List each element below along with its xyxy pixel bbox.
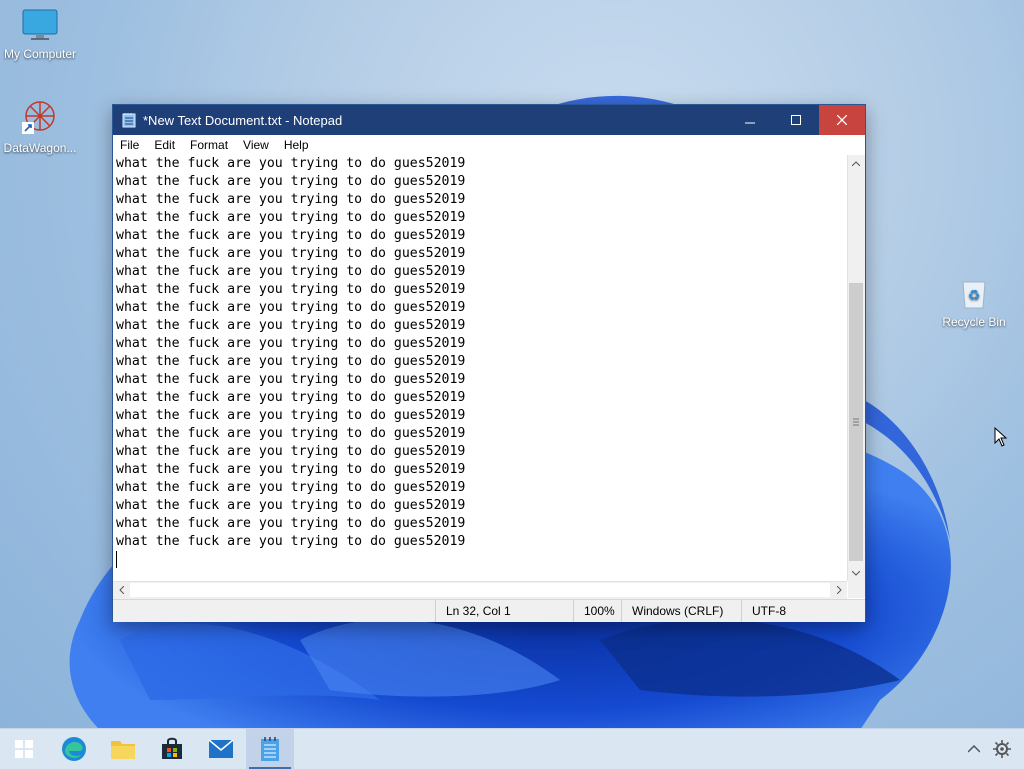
- status-line-ending: Windows (CRLF): [621, 600, 740, 622]
- menu-help[interactable]: Help: [277, 138, 317, 152]
- start-button[interactable]: [0, 729, 48, 769]
- status-encoding: UTF-8: [741, 600, 852, 622]
- tray-settings-button[interactable]: [984, 729, 1020, 769]
- text-line[interactable]: what the fuck are you trying to do gues5…: [113, 515, 847, 533]
- menu-format[interactable]: Format: [183, 138, 236, 152]
- scroll-right-icon[interactable]: [831, 582, 847, 598]
- horizontal-scrollbar[interactable]: [113, 581, 847, 599]
- text-line[interactable]: what the fuck are you trying to do gues5…: [113, 425, 847, 443]
- text-line[interactable]: what the fuck are you trying to do gues5…: [113, 209, 847, 227]
- status-bar: Ln 32, Col 1 100% Windows (CRLF) UTF-8: [113, 599, 865, 622]
- minimize-icon: [745, 122, 755, 124]
- gear-icon: [993, 740, 1011, 758]
- notepad-window: *New Text Document.txt - Notepad File Ed…: [112, 104, 866, 622]
- mouse-cursor-icon: [994, 426, 1008, 452]
- menu-bar: File Edit Format View Help: [113, 135, 865, 155]
- desktop-icon-recycle-bin[interactable]: ♻ Recycle Bin: [934, 276, 1014, 329]
- text-line[interactable]: what the fuck are you trying to do gues5…: [113, 227, 847, 245]
- taskbar: [0, 728, 1024, 769]
- text-line[interactable]: what the fuck are you trying to do gues5…: [113, 263, 847, 281]
- taskbar-mail[interactable]: [197, 729, 245, 769]
- text-line[interactable]: what the fuck are you trying to do gues5…: [113, 407, 847, 425]
- edge-browser-icon: [62, 737, 86, 761]
- taskbar-notepad[interactable]: [246, 729, 294, 769]
- text-editor[interactable]: what the fuck are you trying to do gues5…: [113, 155, 847, 581]
- minimize-button[interactable]: [727, 105, 773, 135]
- window-title: *New Text Document.txt - Notepad: [143, 112, 343, 128]
- recycle-bin-icon: ♻: [934, 276, 1014, 313]
- desktop-icon-datawagon[interactable]: DataWagon...: [0, 96, 80, 155]
- notepad-icon: [261, 737, 279, 761]
- text-line[interactable]: what the fuck are you trying to do gues5…: [113, 299, 847, 317]
- text-line[interactable]: what the fuck are you trying to do gues5…: [113, 191, 847, 209]
- monitor-icon: [0, 8, 80, 45]
- text-line[interactable]: what the fuck are you trying to do gues5…: [113, 533, 847, 551]
- file-explorer-icon: [111, 741, 135, 759]
- scrollbar-corner: [848, 581, 865, 598]
- chevron-up-icon: [968, 745, 980, 753]
- scroll-up-icon[interactable]: [848, 155, 864, 171]
- text-line[interactable]: what the fuck are you trying to do gues5…: [113, 281, 847, 299]
- desktop-icon-label: DataWagon...: [3, 141, 77, 155]
- text-line[interactable]: what the fuck are you trying to do gues5…: [113, 371, 847, 389]
- text-line[interactable]: what the fuck are you trying to do gues5…: [113, 173, 847, 191]
- mail-icon: [208, 739, 234, 758]
- title-bar[interactable]: *New Text Document.txt - Notepad: [113, 105, 865, 135]
- vertical-scroll-thumb[interactable]: [849, 283, 863, 561]
- desktop-icon-label: Recycle Bin: [942, 315, 1006, 329]
- windows-start-icon: [15, 740, 33, 758]
- text-line[interactable]: what the fuck are you trying to do gues5…: [113, 443, 847, 461]
- text-line[interactable]: what the fuck are you trying to do gues5…: [113, 461, 847, 479]
- horizontal-scroll-track[interactable]: [130, 583, 830, 597]
- datawagon-icon: [0, 96, 80, 139]
- taskbar-file-explorer[interactable]: [99, 729, 147, 769]
- text-line[interactable]: what the fuck are you trying to do gues5…: [113, 353, 847, 371]
- scroll-down-icon[interactable]: [848, 565, 864, 581]
- maximize-icon: [791, 115, 801, 125]
- text-caret: [116, 551, 117, 568]
- menu-edit[interactable]: Edit: [147, 138, 183, 152]
- text-line[interactable]: what the fuck are you trying to do gues5…: [113, 317, 847, 335]
- scroll-left-icon[interactable]: [113, 582, 129, 598]
- store-icon: [162, 737, 182, 759]
- maximize-button[interactable]: [773, 105, 819, 135]
- close-button[interactable]: [819, 105, 865, 135]
- taskbar-store[interactable]: [148, 729, 196, 769]
- text-line[interactable]: what the fuck are you trying to do gues5…: [113, 245, 847, 263]
- text-line[interactable]: what the fuck are you trying to do gues5…: [113, 479, 847, 497]
- svg-text:♻: ♻: [968, 288, 981, 304]
- status-position: Ln 32, Col 1: [435, 600, 572, 622]
- text-line[interactable]: what the fuck are you trying to do gues5…: [113, 389, 847, 407]
- status-zoom: 100%: [573, 600, 622, 622]
- text-line[interactable]: what the fuck are you trying to do gues5…: [113, 335, 847, 353]
- vertical-scrollbar[interactable]: [847, 155, 865, 581]
- text-line[interactable]: what the fuck are you trying to do gues5…: [113, 155, 847, 173]
- desktop-icon-my-computer[interactable]: My Computer: [0, 8, 80, 61]
- desktop-icon-label: My Computer: [3, 47, 77, 61]
- taskbar-edge[interactable]: [50, 729, 98, 769]
- menu-file[interactable]: File: [113, 138, 147, 152]
- text-line[interactable]: [113, 551, 847, 569]
- close-icon: [837, 115, 847, 125]
- notepad-app-icon: [122, 112, 136, 128]
- menu-view[interactable]: View: [236, 138, 277, 152]
- text-line[interactable]: what the fuck are you trying to do gues5…: [113, 497, 847, 515]
